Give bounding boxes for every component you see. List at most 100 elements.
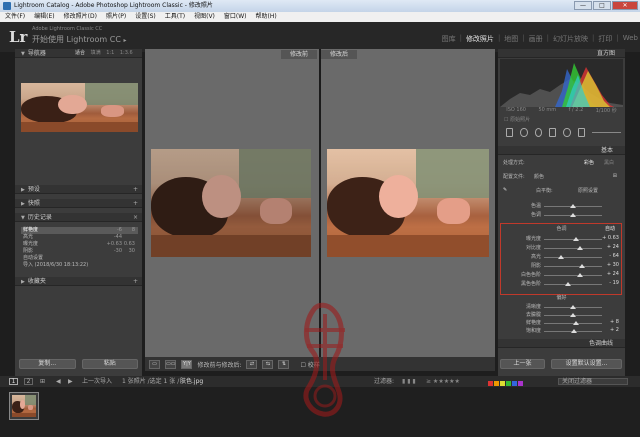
before-photo[interactable]	[151, 149, 311, 257]
copy-button[interactable]: 复制...	[19, 359, 76, 369]
before-after-button[interactable]: Y|Y	[181, 359, 193, 369]
menu-photo[interactable]: 照片(P)	[106, 12, 126, 22]
module-book[interactable]: 画册	[529, 34, 543, 44]
histogram[interactable]	[500, 59, 623, 107]
crop-icon[interactable]	[506, 127, 514, 137]
forward-icon[interactable]: ▶	[68, 376, 73, 387]
page-2-button[interactable]: 2	[24, 378, 33, 385]
wb-slider-knob[interactable]	[570, 204, 576, 208]
presence-slider-value[interactable]: + 8	[610, 319, 619, 325]
menu-edit[interactable]: 编辑(E)	[34, 12, 54, 22]
presence-slider-knob[interactable]	[570, 313, 576, 317]
radial-filter-icon[interactable]	[563, 127, 571, 137]
history-item[interactable]: 阴影 -30 30	[21, 248, 138, 255]
tone-slider-knob[interactable]	[558, 255, 565, 259]
menu-view[interactable]: 视图(V)	[194, 12, 215, 22]
module-map[interactable]: 地图	[504, 34, 518, 44]
eyedropper-icon[interactable]: ✎	[503, 187, 507, 193]
brush-icon[interactable]	[577, 127, 586, 137]
clear-history-icon[interactable]: ×	[133, 213, 138, 222]
tone-slider-track[interactable]	[544, 266, 602, 267]
history-item[interactable]: 自动设置	[21, 255, 138, 262]
reset-button[interactable]: 设置默认设置...	[551, 359, 622, 369]
plus-icon[interactable]: +	[133, 185, 138, 194]
zoom-1-3-6[interactable]: 1:3.6	[120, 50, 133, 56]
maximize-button[interactable]: □	[593, 1, 611, 10]
previous-button[interactable]: 上一张	[500, 359, 546, 369]
color-label-swatch[interactable]	[512, 381, 517, 386]
tone-curve-header[interactable]: 色调曲线	[498, 339, 625, 348]
plus-icon[interactable]: +	[133, 277, 138, 286]
tone-slider-value[interactable]: + 0.63	[602, 235, 619, 241]
zoom-1-1[interactable]: 1:1	[106, 50, 114, 56]
flags[interactable]: ▮ ▮ ▮	[402, 376, 416, 387]
source-path[interactable]: 上一次导入	[82, 376, 112, 387]
presence-slider-knob[interactable]	[572, 321, 579, 325]
bw-option[interactable]: 黑白	[604, 159, 614, 166]
graduated-filter-icon[interactable]	[549, 127, 557, 137]
color-label-swatch[interactable]	[506, 381, 511, 386]
history-item[interactable]: 曝光度 +0.63 0.63	[21, 241, 138, 248]
filter-select[interactable]: 关闭过滤器	[558, 378, 628, 385]
tone-slider-knob[interactable]	[565, 282, 572, 286]
menu-file[interactable]: 文件(F)	[5, 12, 25, 22]
tone-slider-track[interactable]	[544, 284, 602, 285]
grid-icon[interactable]: ⊞	[613, 173, 617, 179]
tone-slider-knob[interactable]	[578, 264, 585, 268]
tone-slider-knob[interactable]	[576, 273, 583, 277]
module-web[interactable]: Web	[623, 34, 638, 44]
tone-slider-value[interactable]: + 24	[607, 244, 619, 250]
navigator-header[interactable]: ▼ 导航器 适合 填满 1:1 1:3.6	[15, 49, 142, 58]
compare-view-button[interactable]: ▭▭	[165, 359, 177, 369]
module-print[interactable]: 打印	[598, 34, 612, 44]
tool-slider[interactable]	[592, 131, 622, 133]
history-item[interactable]: 鲜艳度 -6 8	[21, 227, 138, 234]
snapshots-header[interactable]: ▶ 快照 +	[15, 199, 142, 208]
color-option[interactable]: 彩色	[584, 159, 594, 166]
plus-icon[interactable]: +	[133, 199, 138, 208]
color-label-swatch[interactable]	[488, 381, 493, 386]
copy-before-after-button[interactable]: ⇄	[246, 359, 258, 369]
tone-slider-value[interactable]: - 64	[609, 253, 619, 259]
tone-slider-value[interactable]: + 30	[607, 262, 619, 268]
menu-window[interactable]: 窗口(W)	[224, 12, 247, 22]
navigator-preview[interactable]	[21, 83, 138, 132]
loupe-view-button[interactable]: ▭	[149, 359, 160, 369]
menu-help[interactable]: 帮助(H)	[256, 12, 277, 22]
tone-slider-track[interactable]	[544, 257, 602, 258]
rating-filter[interactable]: ≥ ★★★★★	[426, 376, 460, 387]
zoom-fill[interactable]: 填满	[91, 50, 101, 56]
original-photo-checkbox[interactable]: ☐ 原始照片	[504, 116, 530, 123]
tone-slider-knob[interactable]	[576, 246, 583, 250]
menu-tools[interactable]: 工具(T)	[165, 12, 185, 22]
history-item[interactable]: 高光 -44	[21, 234, 138, 241]
color-label-swatch[interactable]	[518, 381, 523, 386]
color-label-swatch[interactable]	[500, 381, 505, 386]
menu-settings[interactable]: 设置(S)	[135, 12, 156, 22]
red-eye-icon[interactable]	[534, 127, 543, 137]
presence-slider-value[interactable]: + 2	[610, 327, 619, 333]
wb-select[interactable]: 原照设置	[578, 187, 598, 194]
profile-select[interactable]: 颜色	[534, 173, 544, 180]
color-label-swatch[interactable]	[494, 381, 499, 386]
basic-header[interactable]: 基本	[498, 146, 625, 155]
tone-slider-knob[interactable]	[572, 237, 579, 241]
spot-removal-icon[interactable]	[520, 127, 528, 137]
grid-view-icon[interactable]: ⊞	[40, 376, 45, 387]
paste-button[interactable]: 粘贴	[81, 359, 138, 369]
filmstrip-thumbnail[interactable]	[9, 392, 39, 420]
identity-text[interactable]: 开始使用 Lightroom CC ▸	[32, 34, 126, 45]
presence-slider-knob[interactable]	[571, 329, 578, 333]
tone-slider-value[interactable]: - 19	[609, 280, 619, 286]
tone-slider-track[interactable]	[544, 248, 602, 249]
menu-develop[interactable]: 修改照片(D)	[64, 12, 97, 22]
module-develop[interactable]: 修改照片	[466, 34, 494, 44]
zoom-fit[interactable]: 适合	[75, 50, 85, 56]
close-button[interactable]: ✕	[612, 1, 638, 10]
copy-after-before-button[interactable]: ⇆	[262, 359, 274, 369]
presets-header[interactable]: ▶ 预设 +	[15, 185, 142, 194]
module-library[interactable]: 图库	[442, 34, 456, 44]
tone-slider-value[interactable]: + 24	[607, 271, 619, 277]
collections-header[interactable]: ▶ 收藏夹 +	[15, 277, 142, 286]
module-slideshow[interactable]: 幻灯片放映	[553, 34, 588, 44]
